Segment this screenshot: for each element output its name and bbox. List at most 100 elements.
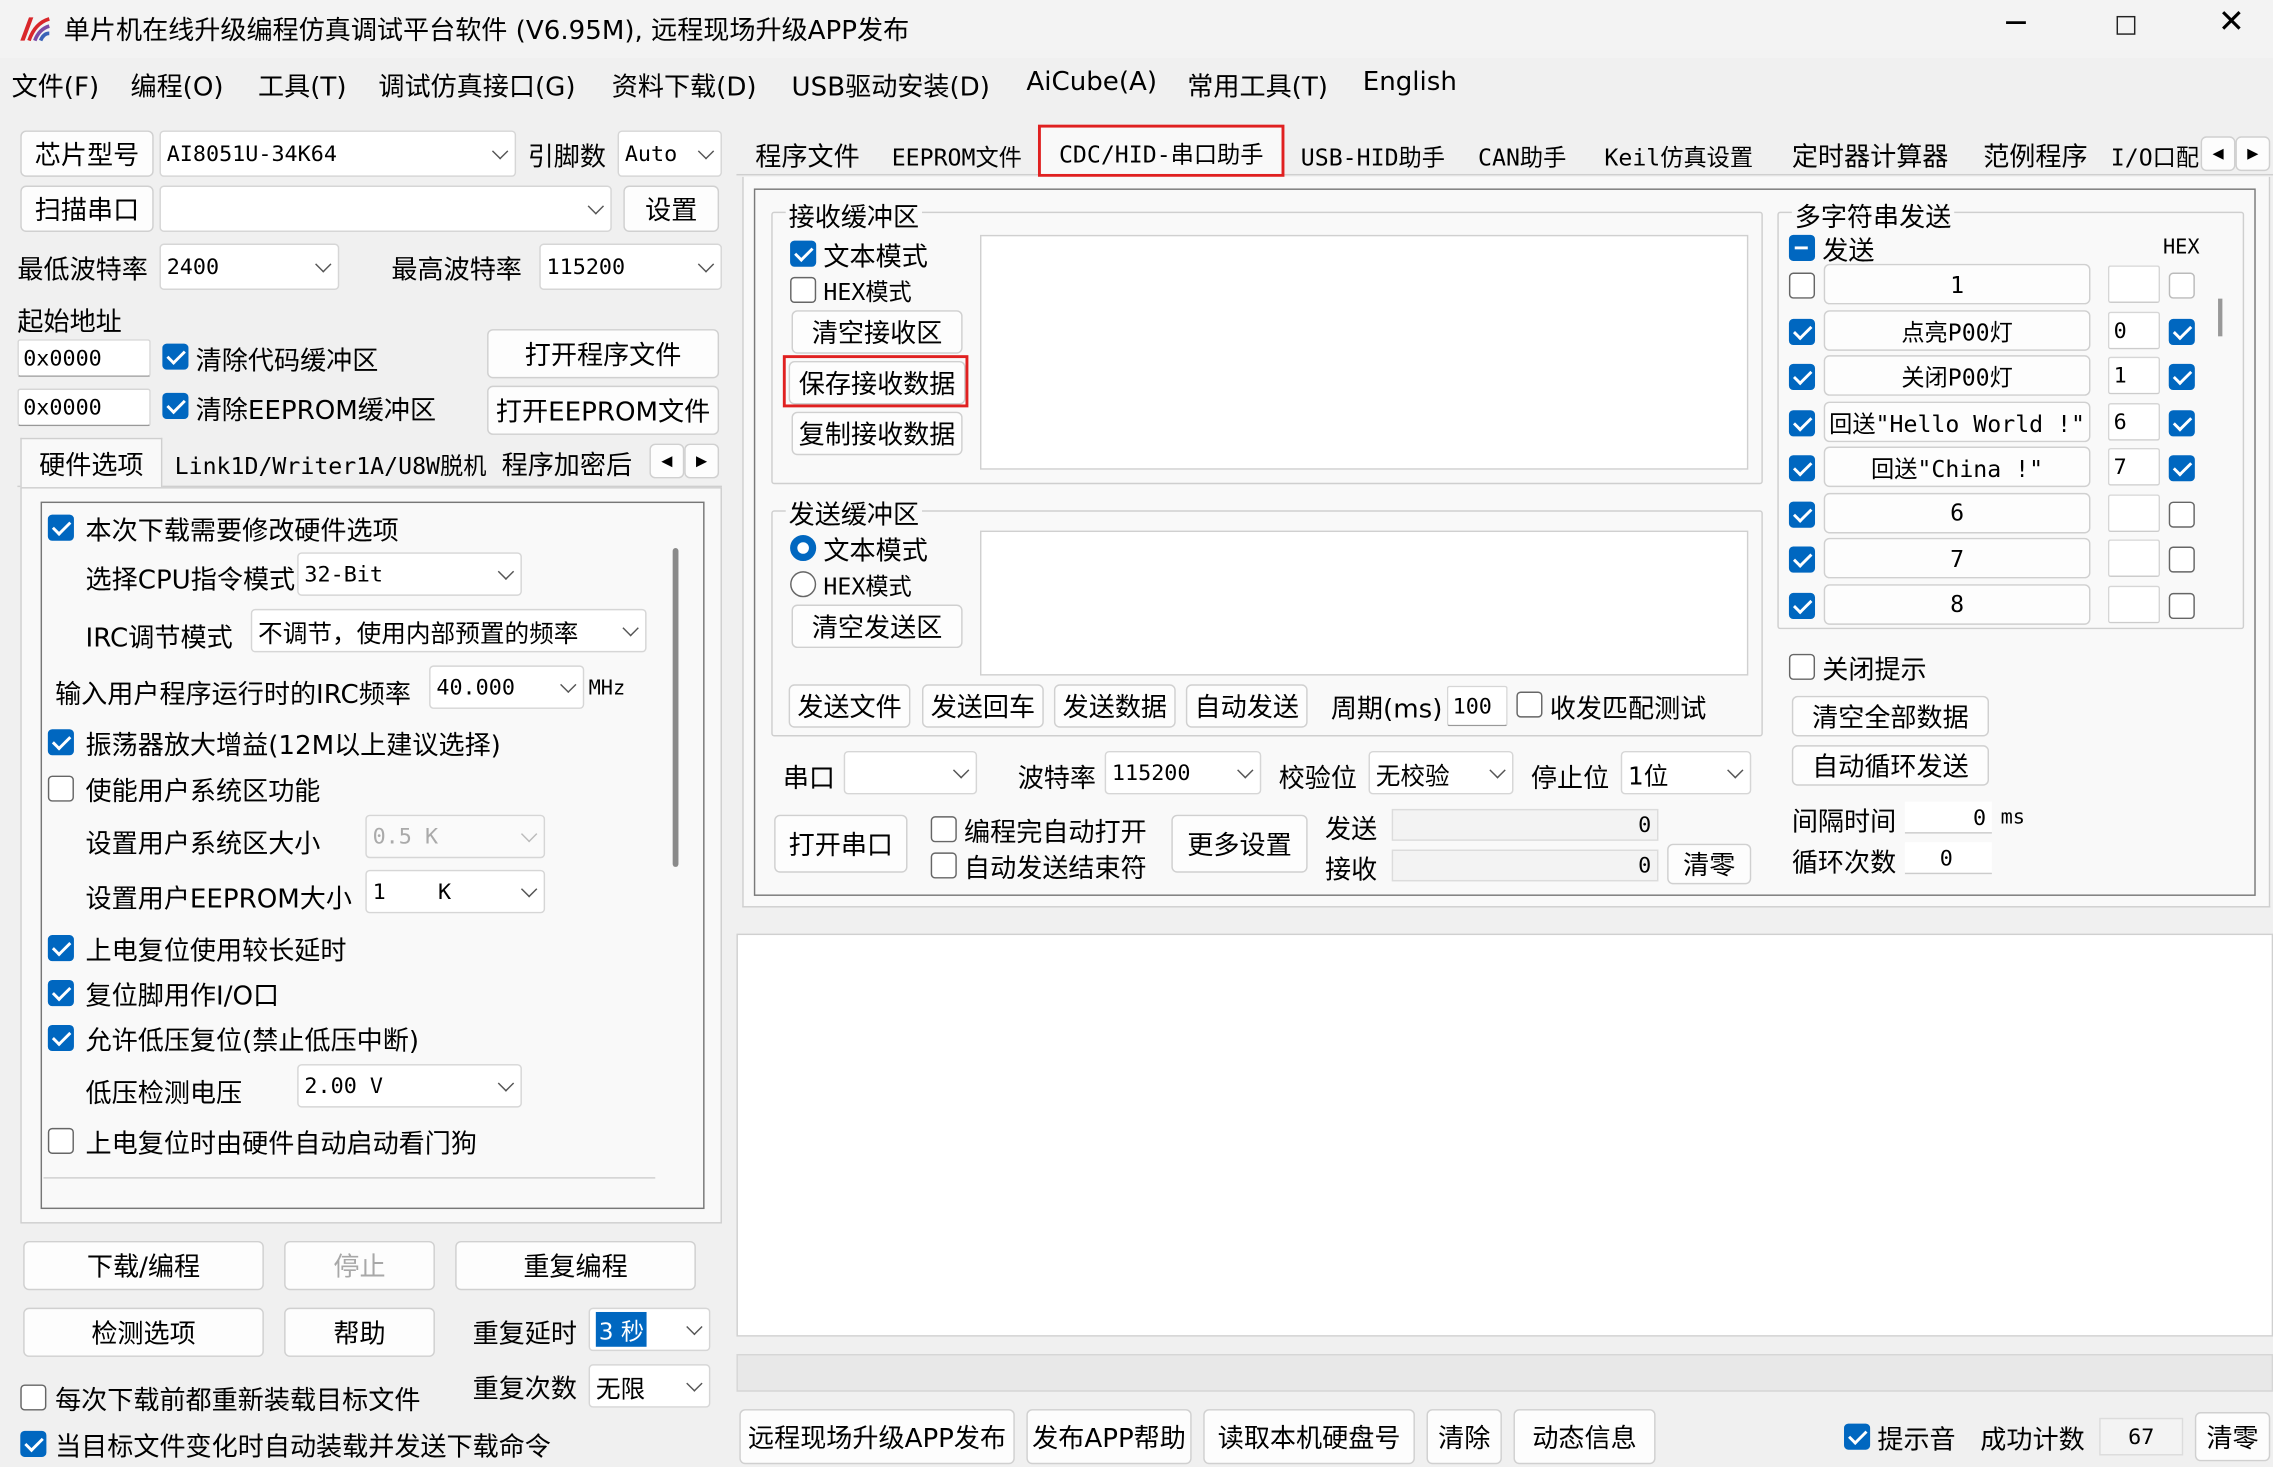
rx-hex-mode-checkbox[interactable] [790, 276, 817, 303]
rx-clear-button[interactable]: 清空接收区 [791, 310, 963, 354]
tab-encryption[interactable]: 程序加密后 [502, 441, 650, 487]
multi-row-send-button[interactable]: 7 [1823, 537, 2091, 579]
multi-row-checkbox[interactable] [1788, 272, 1816, 299]
menu-common-tools[interactable]: 常用工具(T) [1187, 67, 1328, 105]
tab-offline[interactable]: Link1D/Writer1A/U8W脱机 [168, 441, 493, 487]
menu-tools[interactable]: 工具(T) [258, 67, 346, 105]
maximize-icon[interactable] [2116, 15, 2136, 35]
pins-select[interactable]: Auto [617, 130, 722, 177]
scan-port-button[interactable]: 扫描串口 [20, 185, 154, 232]
multi-row-index-input[interactable] [2107, 265, 2161, 303]
multi-row-send-button[interactable]: 点亮P00灯 [1823, 309, 2091, 351]
max-baud-select[interactable]: 115200 [539, 243, 722, 290]
tab-eeprom-file[interactable]: EEPROM文件 [881, 133, 1032, 176]
reload-checkbox[interactable] [20, 1384, 47, 1411]
menu-english[interactable]: English [1363, 67, 1457, 97]
hardware-scrollbar[interactable] [672, 547, 679, 867]
multi-row-checkbox[interactable] [1788, 455, 1816, 482]
tx-text-mode-radio[interactable] [790, 534, 817, 562]
tx-clear-button[interactable]: 清空发送区 [791, 604, 963, 649]
lvr-checkbox[interactable] [47, 1024, 74, 1052]
settings-button[interactable]: 设置 [623, 185, 720, 232]
download-button[interactable]: 下载/编程 [23, 1240, 264, 1291]
sound-checkbox[interactable] [1844, 1423, 1871, 1450]
clear-log-button[interactable]: 清除 [1426, 1409, 1502, 1465]
long-delay-checkbox[interactable] [47, 935, 74, 962]
baud-select[interactable]: 115200 [1104, 750, 1262, 795]
irc-mode-select[interactable]: 不调节，使用内部预置的频率 [250, 608, 647, 653]
output-log-area[interactable] [736, 933, 2273, 1337]
left-tab-prev-icon[interactable]: ◀ [649, 443, 685, 479]
user-sys-size-select[interactable]: 0.5 K [365, 814, 546, 859]
period-input[interactable]: 100 [1446, 685, 1508, 727]
user-sys-checkbox[interactable] [47, 775, 74, 802]
chip-type-select[interactable]: AI8051U-34K64 [159, 130, 517, 177]
publish-app-button[interactable]: 远程现场升级APP发布 [739, 1409, 1015, 1465]
read-disk-button[interactable]: 读取本机硬盘号 [1203, 1409, 1415, 1465]
multi-row-send-button[interactable]: 回送"Hello World !" [1823, 400, 2091, 442]
count-clear-button[interactable]: 清零 [1667, 843, 1752, 885]
tab-usb-hid[interactable]: USB-HID助手 [1290, 133, 1455, 176]
modify-hw-checkbox[interactable] [47, 514, 74, 541]
tab-examples[interactable]: 范例程序 [1972, 133, 2100, 176]
tab-io-config[interactable]: I/O口配 [2111, 133, 2201, 176]
right-tab-next-icon[interactable]: ▶ [2235, 136, 2271, 172]
rx-copy-button[interactable]: 复制接收数据 [791, 411, 963, 456]
multi-row-checkbox[interactable] [1788, 500, 1816, 527]
min-baud-select[interactable]: 2400 [159, 243, 340, 290]
multi-scrollbar[interactable] [2218, 298, 2223, 337]
multi-row-send-button[interactable]: 6 [1823, 492, 2091, 533]
loop-count-input[interactable]: 0 [1904, 842, 1992, 875]
right-tab-prev-icon[interactable]: ◀ [2200, 136, 2236, 172]
multi-row-index-input[interactable]: 0 [2107, 310, 2161, 349]
parity-select[interactable]: 无校验 [1368, 750, 1514, 795]
multi-row-hex-checkbox[interactable] [2168, 455, 2195, 482]
multi-row-index-input[interactable] [2107, 539, 2161, 577]
minimize-icon[interactable]: ─ [2006, 6, 2025, 42]
multi-row-index-input[interactable]: 7 [2107, 447, 2161, 486]
tab-program-file[interactable]: 程序文件 [742, 133, 872, 176]
open-port-button[interactable]: 打开串口 [774, 814, 908, 873]
cpu-mode-select[interactable]: 32-Bit [297, 552, 522, 596]
multi-row-checkbox[interactable] [1788, 546, 1816, 573]
code-address-input[interactable]: 0x0000 [17, 339, 151, 377]
auto-open-checkbox[interactable] [930, 816, 957, 843]
menu-download[interactable]: 资料下载(D) [612, 67, 757, 105]
more-settings-button[interactable]: 更多设置 [1171, 814, 1308, 873]
menu-aicube[interactable]: AiCube(A) [1026, 67, 1157, 97]
clear-code-checkbox[interactable] [162, 343, 189, 370]
open-program-button[interactable]: 打开程序文件 [487, 329, 720, 379]
success-clear-button[interactable]: 清零 [2194, 1412, 2271, 1462]
rx-text-mode-checkbox[interactable] [790, 240, 817, 267]
menu-debug[interactable]: 调试仿真接口(G) [378, 67, 575, 105]
send-cr-button[interactable]: 发送回车 [922, 684, 1044, 728]
multi-row-checkbox[interactable] [1788, 592, 1816, 619]
wdt-checkbox[interactable] [47, 1127, 74, 1154]
multi-row-index-input[interactable]: 1 [2107, 356, 2161, 395]
interval-input[interactable]: 0 [1904, 801, 1992, 834]
auto-send-button[interactable]: 自动发送 [1185, 684, 1308, 728]
dynamic-info-button[interactable]: 动态信息 [1513, 1409, 1656, 1465]
publish-help-button[interactable]: 发布APP帮助 [1026, 1409, 1192, 1465]
help-button[interactable]: 帮助 [284, 1307, 435, 1357]
multi-row-send-button[interactable]: 8 [1823, 583, 2091, 625]
multi-row-hex-checkbox[interactable] [2168, 546, 2195, 573]
multi-row-hex-checkbox[interactable] [2168, 409, 2195, 436]
multi-send-all-checkbox[interactable] [1788, 234, 1816, 261]
multi-row-hex-checkbox[interactable] [2168, 500, 2195, 527]
multi-row-index-input[interactable] [2107, 493, 2161, 532]
multi-row-index-input[interactable]: 6 [2107, 402, 2161, 440]
multi-row-checkbox[interactable] [1788, 409, 1816, 436]
lvd-select[interactable]: 2.00 V [297, 1064, 522, 1108]
menu-file[interactable]: 文件(F) [12, 67, 100, 105]
repeat-count-select[interactable]: 无限 [588, 1364, 711, 1408]
auto-loop-button[interactable]: 自动循环发送 [1791, 745, 1989, 786]
multi-row-hex-checkbox[interactable] [2168, 592, 2195, 619]
serial-port-select[interactable] [843, 750, 978, 795]
clear-all-button[interactable]: 清空全部数据 [1791, 695, 1989, 737]
multi-row-send-button[interactable]: 回送"China !" [1823, 446, 2091, 488]
multi-row-hex-checkbox[interactable] [2168, 318, 2195, 345]
rx-buffer-textarea[interactable] [979, 234, 1749, 470]
tx-hex-mode-radio[interactable] [790, 571, 817, 598]
close-icon[interactable]: ✕ [2218, 4, 2245, 40]
